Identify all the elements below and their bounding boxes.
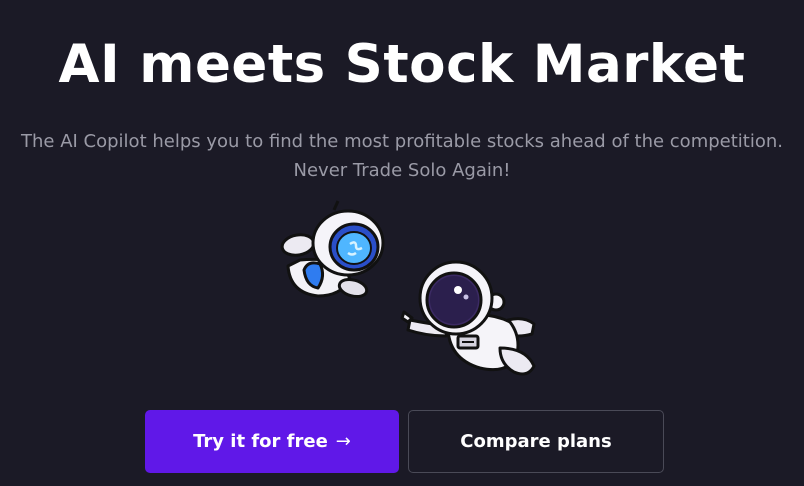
compare-plans-label: Compare plans xyxy=(460,431,612,452)
arrow-right-icon: → xyxy=(335,431,351,452)
try-free-button[interactable]: Try it for free → xyxy=(145,410,399,473)
try-free-label: Try it for free xyxy=(193,431,328,452)
astronaut-left-icon xyxy=(280,200,385,299)
hero-subtitle-line-1: The AI Copilot helps you to find the mos… xyxy=(21,131,783,152)
compare-plans-button[interactable]: Compare plans xyxy=(408,410,664,473)
astronaut-right-icon xyxy=(400,260,536,376)
hero-subtitle-line-2: Never Trade Solo Again! xyxy=(293,160,511,181)
hero-headline: AI meets Stock Market xyxy=(58,34,746,95)
astronauts-illustration xyxy=(270,198,550,380)
hero-subtitle: The AI Copilot helps you to find the mos… xyxy=(0,127,804,185)
hero-section: AI meets Stock Market The AI Copilot hel… xyxy=(0,0,804,486)
